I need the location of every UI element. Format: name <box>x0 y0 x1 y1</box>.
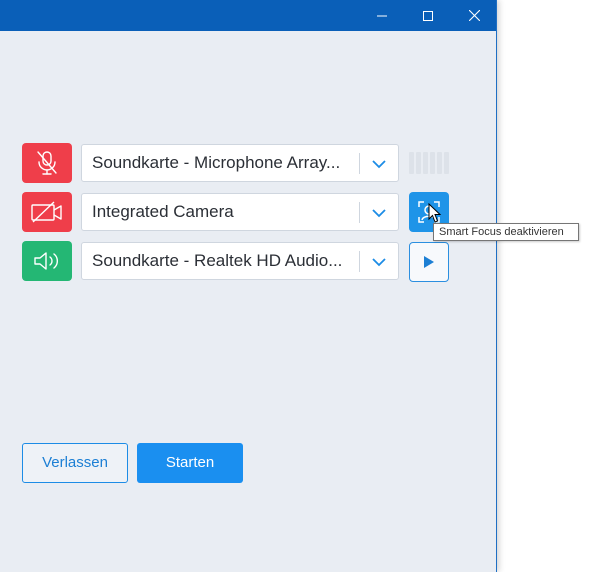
smart-focus-tooltip: Smart Focus deaktivieren <box>433 223 579 241</box>
leave-button[interactable]: Verlassen <box>22 443 128 483</box>
microphone-select-value: Soundkarte - Microphone Array... <box>92 153 341 172</box>
device-setup-window: Soundkarte - Microphone Array... Integra… <box>0 0 497 572</box>
minimize-button[interactable] <box>359 0 405 31</box>
speaker-select-value: Soundkarte - Realtek HD Audio... <box>92 251 343 270</box>
mouse-cursor-icon <box>428 203 442 223</box>
start-button[interactable]: Starten <box>137 443 243 483</box>
camera-off-icon <box>31 201 62 223</box>
audio-level-meter <box>409 152 450 174</box>
chevron-down-icon <box>372 258 386 267</box>
camera-select[interactable]: Integrated Camera <box>81 193 399 231</box>
maximize-icon <box>423 10 433 21</box>
camera-select-value: Integrated Camera <box>92 202 234 221</box>
microphone-muted-icon <box>37 151 57 175</box>
speaker-select[interactable]: Soundkarte - Realtek HD Audio... <box>81 242 399 280</box>
microphone-toggle-button[interactable] <box>22 143 72 183</box>
camera-toggle-button[interactable] <box>22 192 72 232</box>
chevron-down-icon <box>372 209 386 218</box>
speaker-icon <box>34 252 58 270</box>
chevron-down-icon <box>372 160 386 169</box>
speaker-toggle-button[interactable] <box>22 241 72 281</box>
microphone-select[interactable]: Soundkarte - Microphone Array... <box>81 144 399 182</box>
maximize-button[interactable] <box>405 0 451 31</box>
test-sound-button[interactable] <box>409 242 449 282</box>
minimize-icon <box>377 15 387 16</box>
close-button[interactable] <box>451 0 497 31</box>
play-icon <box>424 256 434 268</box>
close-icon <box>468 10 480 21</box>
title-bar <box>0 0 496 31</box>
